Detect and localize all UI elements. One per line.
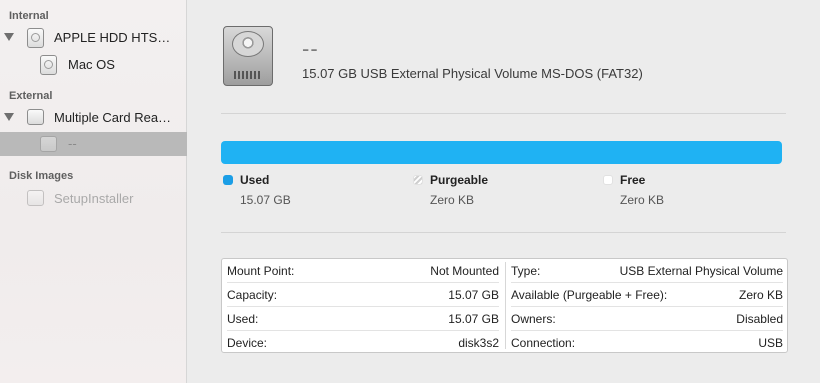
info-key: Capacity: <box>227 288 278 302</box>
legend-value: Zero KB <box>620 193 665 207</box>
internal-disk-icon <box>27 28 44 48</box>
info-key: Connection: <box>511 336 576 350</box>
info-key: Mount Point: <box>227 264 295 278</box>
info-key: Owners: <box>511 312 556 326</box>
sidebar-item-label: SetupInstaller <box>54 191 134 206</box>
info-row-type: Type: USB External Physical Volume <box>511 259 783 283</box>
section-title-external: External <box>9 90 53 102</box>
purgeable-swatch <box>413 175 423 185</box>
sidebar-item-card-reader[interactable]: Multiple Card Rea… <box>0 105 187 131</box>
info-row-owners: Owners: Disabled <box>511 307 783 331</box>
sidebar-item-selected-volume[interactable]: -- <box>0 132 187 156</box>
info-key: Available (Purgeable + Free): <box>511 288 668 302</box>
info-key: Device: <box>227 336 268 350</box>
volume-description: 15.07 GB USB External Physical Volume MS… <box>302 66 643 81</box>
sidebar-item-label: Multiple Card Rea… <box>54 110 172 125</box>
disclosure-triangle-icon[interactable] <box>4 33 14 41</box>
legend-label: Purgeable <box>430 173 489 187</box>
sidebar-item-mac-os[interactable]: Mac OS <box>0 52 187 78</box>
sidebar-item-setup-installer[interactable]: SetupInstaller <box>0 185 187 211</box>
info-table: Mount Point: Not Mounted Capacity: 15.07… <box>221 258 788 353</box>
info-value: Disabled <box>736 312 783 326</box>
section-title-disk-images: Disk Images <box>9 170 74 182</box>
external-disk-icon <box>27 109 44 125</box>
divider <box>221 113 786 114</box>
column-divider <box>505 262 506 349</box>
divider <box>221 232 786 233</box>
volume-name: -- <box>302 36 319 61</box>
usage-bar <box>221 141 782 164</box>
vent-graphic <box>234 71 262 79</box>
info-value: disk3s2 <box>458 336 499 350</box>
info-row-available: Available (Purgeable + Free): Zero KB <box>511 283 783 307</box>
section-title-internal: Internal <box>9 10 49 22</box>
info-row-capacity: Capacity: 15.07 GB <box>227 283 499 307</box>
external-volume-icon <box>40 136 57 152</box>
info-row-device: Device: disk3s2 <box>227 331 499 355</box>
legend-label: Used <box>240 173 270 187</box>
info-row-connection: Connection: USB <box>511 331 783 355</box>
sidebar-item-label: APPLE HDD HTS… <box>54 30 171 45</box>
info-value: Zero KB <box>738 288 783 302</box>
info-row-used: Used: 15.07 GB <box>227 307 499 331</box>
free-swatch <box>603 175 613 185</box>
disk-image-icon <box>27 190 44 206</box>
legend-value: Zero KB <box>430 193 475 207</box>
hard-drive-icon <box>223 26 273 86</box>
info-value: USB <box>758 336 783 350</box>
legend-label: Free <box>620 173 646 187</box>
info-value: USB External Physical Volume <box>619 264 783 278</box>
used-swatch <box>223 175 233 185</box>
info-row-mount-point: Mount Point: Not Mounted <box>227 259 499 283</box>
info-value: 15.07 GB <box>448 288 499 302</box>
info-value: 15.07 GB <box>448 312 499 326</box>
platter-graphic <box>232 31 264 57</box>
sidebar-item-apple-hdd[interactable]: APPLE HDD HTS… <box>0 25 187 51</box>
sidebar-item-label: Mac OS <box>68 57 115 72</box>
sidebar-item-label: -- <box>68 136 77 151</box>
sidebar: Internal APPLE HDD HTS… Mac OS External … <box>0 0 187 383</box>
legend-value: 15.07 GB <box>240 193 291 207</box>
main-panel: -- 15.07 GB USB External Physical Volume… <box>188 0 820 383</box>
info-key: Used: <box>227 312 259 326</box>
info-key: Type: <box>511 264 541 278</box>
volume-icon <box>40 55 57 75</box>
disclosure-triangle-icon[interactable] <box>4 113 14 121</box>
info-value: Not Mounted <box>430 264 499 278</box>
